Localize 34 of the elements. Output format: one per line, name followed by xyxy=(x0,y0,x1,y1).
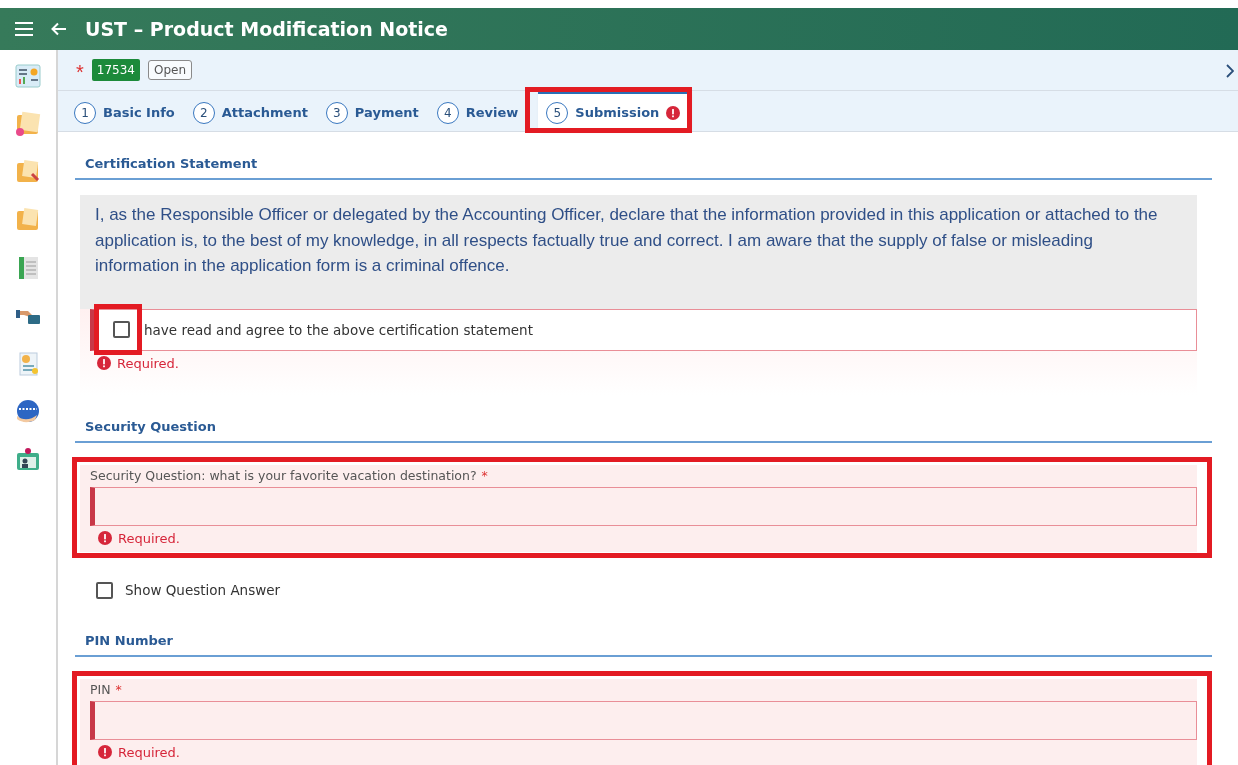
step-tab[interactable]: 1 Basic Info xyxy=(66,91,183,131)
required-mark: * xyxy=(76,62,84,82)
error-message: Required. xyxy=(117,355,179,371)
error-message: Required. xyxy=(118,530,180,546)
step-tab[interactable]: 5 Submission xyxy=(538,91,689,131)
section-heading: PIN Number xyxy=(75,608,1212,657)
record-number: 17534 xyxy=(91,59,140,81)
checkbox[interactable] xyxy=(96,581,113,599)
chevron-right-icon xyxy=(1226,63,1234,78)
step-tab[interactable]: 2 Attachment xyxy=(184,91,316,131)
required-mark: * xyxy=(481,467,488,483)
page-title: UST – Product Modification Notice xyxy=(85,18,448,40)
statement-textarea[interactable]: I, as the Responsible Officer or delegated by the Accounting Officer, declare that the information provided in this application or attached to the application is, to the best of my knowledge, in all respects factually true and correct. I am aware that the supply of false or misleading information in the application form is a criminal offence. xyxy=(80,195,1197,309)
field-label: PIN xyxy=(90,681,111,697)
input-field[interactable] xyxy=(90,700,1197,740)
error-icon xyxy=(98,531,112,545)
error-icon xyxy=(98,745,112,759)
input-field[interactable] xyxy=(90,486,1197,526)
step-tab[interactable]: 3 Payment xyxy=(317,91,427,131)
status-badge: Open xyxy=(148,60,193,80)
section-heading: Certification Statement xyxy=(75,132,1212,180)
menu-icon xyxy=(15,22,33,36)
error-icon xyxy=(97,356,111,370)
checkbox-label: Show Question Answer xyxy=(125,582,281,598)
checkbox[interactable] xyxy=(113,321,130,338)
step-tab[interactable]: 4 Review xyxy=(428,91,527,131)
required-mark: * xyxy=(115,681,122,697)
back-arrow-icon xyxy=(51,22,67,36)
field-label: Security Question: what is your favorite vacation destination? xyxy=(90,467,477,483)
chart-board-icon xyxy=(14,62,42,90)
checkbox-label: have read and agree to the above certification statement xyxy=(144,321,533,338)
error-message: Required. xyxy=(118,744,180,760)
folder-icon xyxy=(14,110,42,138)
section-heading: Security Question xyxy=(75,394,1212,443)
